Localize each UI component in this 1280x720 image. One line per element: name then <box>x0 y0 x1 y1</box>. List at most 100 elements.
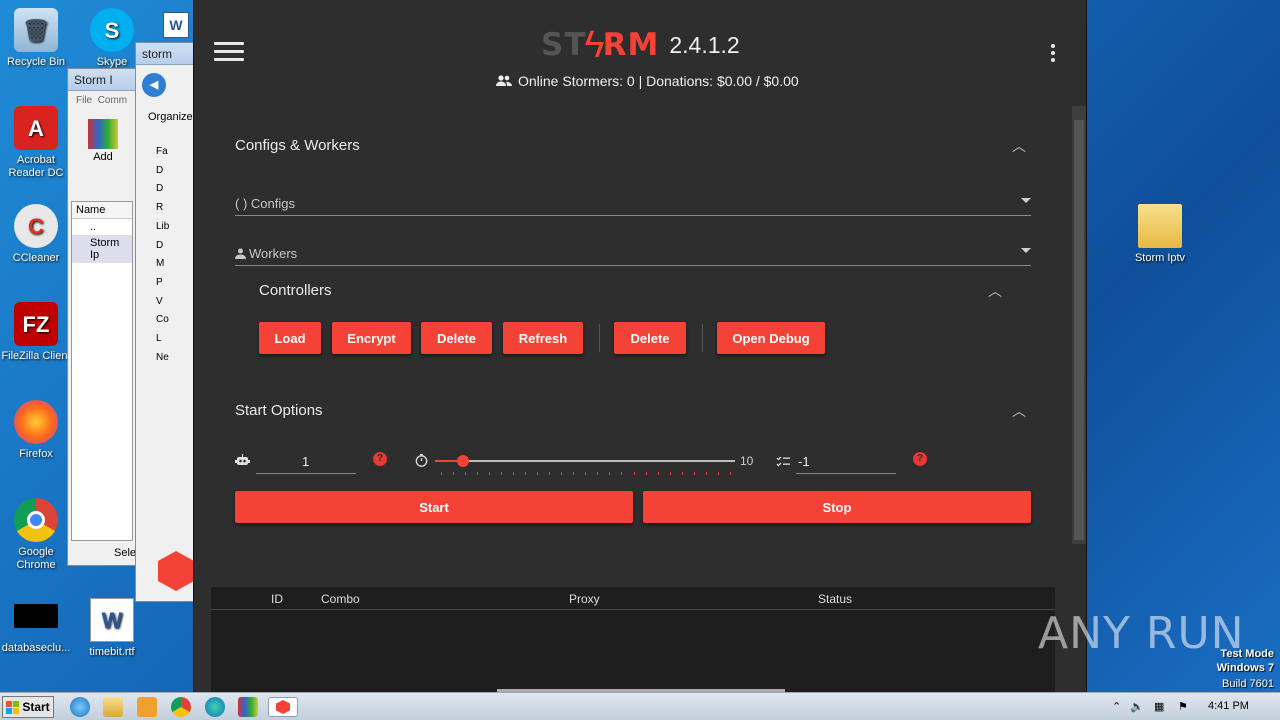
desktop-icon-storm-iptv[interactable]: Storm Iptv <box>1122 204 1198 265</box>
storm-taskbar-icon[interactable] <box>268 697 298 717</box>
desktop-icon-ccleaner[interactable]: C CCleaner <box>0 204 74 265</box>
back-button[interactable]: ◀ <box>142 73 166 97</box>
tree-item[interactable]: R <box>156 199 169 218</box>
slider-tick <box>537 472 539 475</box>
watermark: ANY RUN <box>1038 608 1245 659</box>
slider-tick <box>489 472 491 475</box>
tree-item[interactable]: Lib <box>156 218 169 237</box>
help-icon[interactable]: ? <box>373 452 387 466</box>
winrar-add-button[interactable]: Add <box>88 119 118 163</box>
tree-item[interactable]: M <box>156 255 169 274</box>
explorer-tree: Fa D D R Lib D M P V Co L Ne <box>156 143 169 367</box>
start-button[interactable]: Start <box>235 491 633 523</box>
stats-text: Online Stormers: 0 | Donations: $0.00 / … <box>518 73 799 89</box>
person-icon <box>235 248 246 259</box>
list-item[interactable]: Storm Ip <box>72 235 132 263</box>
winrar-status: Sele <box>114 547 137 559</box>
explorer-window[interactable]: storm ◀ Organize Fa D D R Lib D M P V Co… <box>135 42 195 602</box>
threads-slider-track[interactable] <box>435 460 735 462</box>
tree-item[interactable]: Ne <box>156 349 169 368</box>
column-header-id[interactable]: ID <box>271 592 283 606</box>
logo-text-left: ST <box>541 27 587 63</box>
encrypt-button[interactable]: Encrypt <box>332 322 411 354</box>
load-button[interactable]: Load <box>259 322 321 354</box>
menu-file[interactable]: File <box>76 95 92 106</box>
word-icon[interactable]: W <box>163 12 189 38</box>
tree-item[interactable]: D <box>156 180 169 199</box>
workers-select[interactable]: Workers <box>235 236 1031 266</box>
collapse-chevron-icon[interactable]: ︿ <box>1012 404 1026 418</box>
desktop-icon-filezilla[interactable]: FZ FileZilla Client <box>0 302 74 363</box>
slider-tick <box>549 472 551 475</box>
desktop-icon-chrome[interactable]: Google Chrome <box>0 498 74 572</box>
os-label: Windows 7 <box>1216 662 1274 674</box>
winrar-add-icon <box>88 119 118 149</box>
start-options-title: Start Options <box>235 402 323 419</box>
slider-tick <box>681 472 683 475</box>
slider-tick <box>609 472 611 475</box>
tree-item[interactable]: D <box>156 162 169 181</box>
tree-item[interactable]: D <box>156 237 169 256</box>
edge-icon[interactable] <box>205 697 225 717</box>
column-header-status[interactable]: Status <box>818 592 852 606</box>
tray-expand-icon[interactable]: ⌃ <box>1112 700 1121 713</box>
column-header-combo[interactable]: Combo <box>321 592 360 606</box>
storm-app-icon <box>158 551 194 591</box>
bots-input[interactable]: 1 <box>256 448 356 474</box>
desktop-icon-timebit[interactable]: W timebit.rtf <box>74 598 150 659</box>
delete-config-button[interactable]: Delete <box>421 322 492 354</box>
scrollbar-thumb[interactable] <box>1074 120 1084 540</box>
tree-item[interactable]: Fa <box>156 143 169 162</box>
delete-worker-button[interactable]: Delete <box>614 322 686 354</box>
collapse-chevron-icon[interactable]: ︿ <box>1012 139 1026 153</box>
desktop-icon-label: Skype <box>96 56 128 68</box>
storm-app-window[interactable]: ST ϟ RM 2.4.1.2 Online Stormers: 0 | Don… <box>193 0 1087 692</box>
recycle-bin-icon: 🗑 <box>14 8 58 52</box>
desktop-icon-database[interactable]: databaseclu... <box>0 604 74 655</box>
column-header-proxy[interactable]: Proxy <box>569 592 600 606</box>
desktop-icon-acrobat[interactable]: A Acrobat Reader DC <box>0 106 74 180</box>
slider-tick <box>693 472 695 475</box>
ie-icon[interactable] <box>70 697 90 717</box>
volume-icon[interactable]: 🔈 <box>1130 700 1144 713</box>
tree-item[interactable]: P <box>156 274 169 293</box>
vertical-scrollbar[interactable] <box>1072 106 1086 544</box>
retries-value: -1 <box>798 454 810 469</box>
tree-item[interactable]: Co <box>156 311 169 330</box>
slider-tick <box>477 472 479 475</box>
slider-tick <box>669 472 671 475</box>
winrar-window[interactable]: Storm I File Comm Add Name .. Storm Ip S… <box>67 68 137 566</box>
tree-item[interactable]: V <box>156 293 169 312</box>
taskbar: Start ⌃ 🔈 ▦ ⚑ 4:41 PM <box>0 692 1280 720</box>
tree-item[interactable]: L <box>156 330 169 349</box>
menu-icon[interactable] <box>214 42 244 64</box>
open-debug-button[interactable]: Open Debug <box>717 322 825 354</box>
collapse-chevron-icon[interactable]: ︿ <box>988 284 1002 298</box>
configs-label: ( ) Configs <box>235 196 295 211</box>
organize-button[interactable]: Organize <box>148 111 193 123</box>
media-player-icon[interactable] <box>137 697 157 717</box>
winrar-menu: File Comm <box>68 91 136 110</box>
slider-tick <box>561 472 563 475</box>
desktop-icon-firefox[interactable]: Firefox <box>0 400 74 461</box>
list-item[interactable]: .. <box>72 219 132 235</box>
column-header-name[interactable]: Name <box>72 202 132 219</box>
flag-icon[interactable]: ⚑ <box>1178 700 1188 713</box>
more-options-icon[interactable] <box>1049 44 1057 64</box>
desktop-icon-recycle-bin[interactable]: 🗑 Recycle Bin <box>0 8 74 69</box>
threads-slider-thumb[interactable] <box>457 455 469 467</box>
retries-input[interactable]: -1 <box>796 448 896 474</box>
winrar-taskbar-icon[interactable] <box>238 697 258 717</box>
clock[interactable]: 4:41 PM <box>1208 700 1249 712</box>
network-icon[interactable]: ▦ <box>1154 700 1164 713</box>
configs-select[interactable]: ( ) Configs <box>235 186 1031 216</box>
start-button-taskbar[interactable]: Start <box>2 696 54 718</box>
build-label: Build 7601 <box>1222 678 1274 690</box>
help-icon[interactable]: ? <box>913 452 927 466</box>
refresh-button[interactable]: Refresh <box>503 322 583 354</box>
menu-commands[interactable]: Comm <box>98 95 127 106</box>
stop-button[interactable]: Stop <box>643 491 1031 523</box>
winrar-title: Storm I <box>68 69 136 91</box>
explorer-icon[interactable] <box>103 697 123 717</box>
chrome-taskbar-icon[interactable] <box>171 697 191 717</box>
